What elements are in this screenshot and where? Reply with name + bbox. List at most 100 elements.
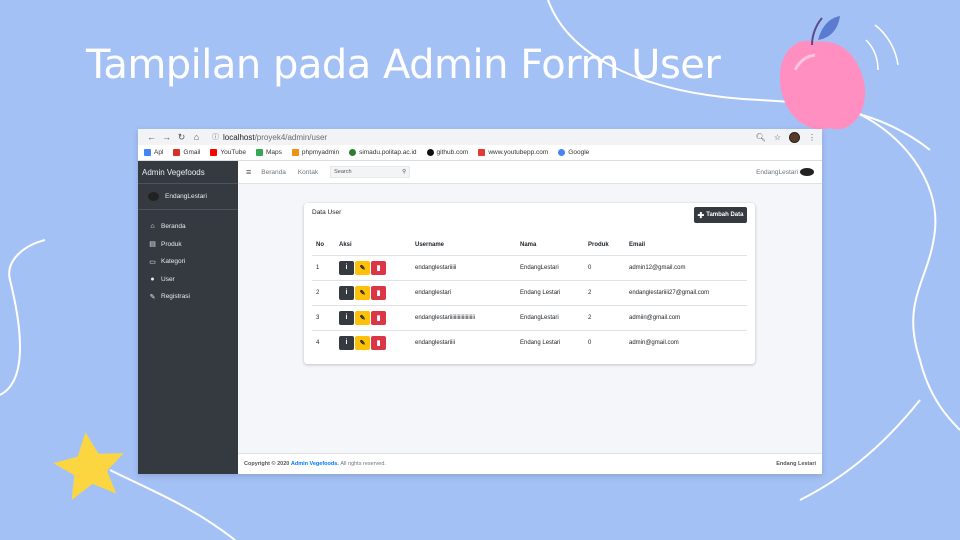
sidebar-item-produk[interactable]: ▤ Produk — [138, 236, 238, 254]
table-row: 1 i ✎ ▮ endanglestariiiii EndangLestari 0 … — [312, 255, 747, 281]
sidebar-menu: ⌂ Beranda ▤ Produk ▭ Kategori ● User ✎ Regist… — [138, 210, 238, 306]
cell-actions: i ✎ ▮ — [335, 255, 411, 281]
trash-icon[interactable]: ▮ — [371, 260, 386, 275]
back-arrow-icon[interactable]: ← — [144, 132, 159, 142]
youtubepp-icon — [478, 149, 486, 156]
bookmark-item[interactable]: Google — [558, 149, 589, 156]
menu-dots-icon[interactable]: ⋮ — [808, 133, 816, 142]
home-icon[interactable]: ⌂ — [189, 132, 204, 142]
cell-username: endanglestariiii — [415, 339, 456, 346]
bookmark-item[interactable]: simadu.politap.ac.id — [349, 149, 417, 156]
cell-username: endanglestariiiii — [411, 255, 516, 281]
footer-copyright: Copyright © 2020 — [244, 461, 290, 467]
edit-icon[interactable]: ✎ — [355, 260, 370, 275]
sidebar-item-user[interactable]: ● User — [138, 271, 238, 289]
cell-username: endanglestariiiiiiiiiiiiiiiiiii — [411, 305, 516, 331]
bookmark-item[interactable]: YouTube — [210, 149, 246, 156]
table-row: 2 i ✎ ▮ endanglestari Endang Lestari 2 end… — [312, 280, 747, 306]
sidebar-brand[interactable]: Admin Vegefoods — [138, 161, 238, 184]
cell-no: 2 — [312, 280, 335, 306]
avatar — [800, 168, 814, 176]
top-navbar: ≡ Beranda Kontak Search ⚲ EndangLestari — [238, 161, 822, 184]
cell-email: admin12@gmail.com — [625, 255, 747, 281]
card-title: Data User — [312, 209, 342, 216]
bookmark-item[interactable]: Gmail — [173, 149, 200, 156]
bookmark-item[interactable]: www.youtubepp.com — [478, 149, 548, 156]
cell-produk: 2 — [584, 280, 625, 306]
column-header: No — [312, 236, 335, 256]
main-content: ≡ Beranda Kontak Search ⚲ EndangLestari … — [238, 161, 822, 474]
bookmark-item[interactable]: Apl — [144, 149, 163, 156]
cell-actions: i ✎ ▮ — [335, 330, 411, 355]
browser-window: ← → ↻ ⌂ ⓘ localhost/proyek4/admin/user 🔍… — [138, 129, 822, 474]
bookmark-item[interactable]: github.com — [426, 149, 468, 156]
cell-username: endanglestari — [411, 280, 516, 306]
sidebar-item-registrasi[interactable]: ✎ Registrasi — [138, 288, 238, 306]
github-icon — [426, 149, 434, 156]
hamburger-icon[interactable]: ≡ — [246, 167, 251, 177]
info-icon[interactable]: i — [339, 285, 354, 300]
add-data-button[interactable]: ✚ Tambah Data — [694, 207, 747, 223]
column-header: Nama — [516, 236, 584, 256]
nav-link-beranda[interactable]: Beranda — [261, 169, 286, 176]
youtube-icon — [210, 149, 218, 156]
cell-email: admiin@gmail.com — [625, 305, 747, 331]
edit-icon[interactable]: ✎ — [355, 285, 370, 300]
trash-icon[interactable]: ▮ — [371, 285, 386, 300]
info-icon[interactable]: i — [339, 335, 354, 350]
bookmark-star-icon[interactable]: ☆ — [774, 133, 781, 142]
user-icon: ● — [150, 275, 155, 283]
sidebar-item-kategori[interactable]: ▭ Kategori — [138, 253, 238, 271]
bookmarks-bar: Apl Gmail YouTube Maps phpmyadmin simadu… — [138, 145, 822, 161]
zoom-icon[interactable]: 🔍︎ — [756, 133, 766, 142]
trash-icon[interactable]: ▮ — [371, 310, 386, 325]
cell-no: 1 — [312, 255, 335, 281]
footer-brand-link[interactable]: Admin Vegefoods. — [291, 461, 339, 467]
sidebar-user[interactable]: EndangLestari — [138, 184, 238, 210]
forward-arrow-icon[interactable]: → — [159, 132, 174, 142]
apps-grid-icon — [144, 149, 151, 156]
search-icon[interactable]: ⚲ — [402, 169, 406, 175]
nav-link-kontak[interactable]: Kontak — [298, 169, 318, 176]
maps-pin-icon — [255, 149, 263, 156]
sidebar-user-name: EndangLestari — [165, 193, 207, 200]
star-icon — [53, 432, 124, 500]
edit-icon[interactable]: ✎ — [355, 335, 370, 350]
cell-nama: Endang Lestari — [516, 280, 584, 306]
gmail-icon — [173, 149, 181, 156]
cell-actions: i ✎ ▮ — [335, 305, 411, 331]
sidebar-item-beranda[interactable]: ⌂ Beranda — [138, 218, 238, 236]
cell-nama: Endang Lestari — [520, 339, 561, 346]
navbar-user[interactable]: EndangLestari — [756, 168, 814, 176]
bookmark-item[interactable]: Maps — [255, 149, 282, 156]
navbar-user-name: EndangLestari — [756, 168, 798, 176]
trash-icon[interactable]: ▮ — [371, 335, 386, 350]
image-icon: ▭ — [149, 258, 156, 266]
simadu-icon — [349, 149, 357, 156]
list-icon: ▤ — [149, 241, 156, 249]
search-input[interactable]: Search ⚲ — [330, 166, 411, 178]
url-path: /proyek4/admin/user — [254, 132, 328, 142]
column-header: Username — [411, 236, 516, 256]
cell-no: 3 — [312, 305, 335, 331]
user-table: No Aksi Username Nama Produk Email 1 i ✎ ▮ — [312, 236, 747, 355]
google-icon — [558, 149, 566, 156]
plus-icon: ✚ — [697, 210, 705, 220]
info-icon[interactable]: i — [339, 260, 354, 275]
address-bar[interactable]: ⓘ localhost/proyek4/admin/user — [212, 132, 756, 142]
apple-icon — [779, 16, 866, 130]
data-user-card: Data User ✚ Tambah Data No Aksi Username… — [304, 203, 755, 364]
home-icon: ⌂ — [150, 223, 155, 231]
sidebar: Admin Vegefoods EndangLestari ⌂ Beranda ▤… — [138, 161, 238, 474]
column-header: Aksi — [335, 236, 411, 256]
search-placeholder: Search — [334, 169, 352, 175]
reload-icon[interactable]: ↻ — [174, 132, 189, 143]
profile-avatar[interactable] — [789, 131, 800, 143]
cell-actions: i ✎ ▮ — [335, 280, 411, 306]
bookmark-item[interactable]: phpmyadmin — [291, 149, 339, 156]
slide-title: Tampilan pada Admin Form User — [86, 42, 721, 88]
cell-no: 4 — [316, 339, 320, 346]
edit-icon[interactable]: ✎ — [355, 310, 370, 325]
info-icon[interactable]: i — [339, 310, 354, 325]
column-header: Email — [625, 236, 747, 256]
